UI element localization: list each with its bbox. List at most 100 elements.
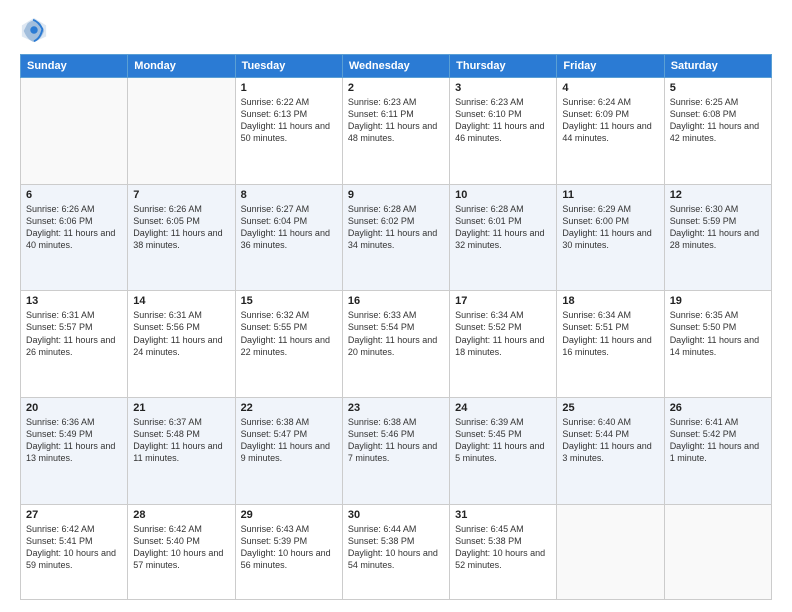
calendar-cell: 18 Sunrise: 6:34 AM Sunset: 5:51 PM Dayli… [557, 291, 664, 398]
day-number: 19 [670, 295, 766, 307]
day-number: 20 [26, 402, 122, 414]
calendar-cell: 8Sunrise: 6:27 AM Sunset: 6:04 PM Daylig… [235, 184, 342, 291]
cell-text: Sunrise: 6:28 AM Sunset: 6:02 PM Dayligh… [348, 203, 444, 252]
calendar-cell: 15 Sunrise: 6:32 AM Sunset: 5:55 PM Dayli… [235, 291, 342, 398]
calendar-cell: 2 Sunrise: 6:23 AM Sunset: 6:11 PM Daylig… [342, 78, 449, 185]
weekday-header-thursday: Thursday [450, 55, 557, 78]
day-number: 31 [455, 509, 551, 521]
cell-text: Sunrise: 6:38 AM Sunset: 5:47 PM Dayligh… [241, 416, 337, 465]
cell-text: Sunrise: 6:36 AM Sunset: 5:49 PM Dayligh… [26, 416, 122, 465]
cell-text: Sunrise: 6:26 AM Sunset: 6:05 PM Dayligh… [133, 203, 229, 252]
day-number: 18 [562, 295, 658, 307]
cell-text: Sunrise: 6:30 AM Sunset: 5:59 PM Dayligh… [670, 203, 766, 252]
calendar-cell [128, 78, 235, 185]
header [20, 16, 772, 44]
day-number: 17 [455, 295, 551, 307]
weekday-header-saturday: Saturday [664, 55, 771, 78]
calendar-cell: 26 Sunrise: 6:41 AM Sunset: 5:42 PM Dayli… [664, 397, 771, 504]
week-row-1: 1 Sunrise: 6:22 AM Sunset: 6:13 PM Daylig… [21, 78, 772, 185]
weekday-header-friday: Friday [557, 55, 664, 78]
calendar-cell [664, 504, 771, 599]
cell-text: Sunrise: 6:35 AM Sunset: 5:50 PM Dayligh… [670, 309, 766, 358]
cell-text: Sunrise: 6:26 AM Sunset: 6:06 PM Dayligh… [26, 203, 122, 252]
calendar-cell: 17 Sunrise: 6:34 AM Sunset: 5:52 PM Dayli… [450, 291, 557, 398]
cell-text: Sunrise: 6:34 AM Sunset: 5:51 PM Dayligh… [562, 309, 658, 358]
weekday-header-wednesday: Wednesday [342, 55, 449, 78]
cell-text: Sunrise: 6:33 AM Sunset: 5:54 PM Dayligh… [348, 309, 444, 358]
day-number: 5 [670, 82, 766, 94]
day-number: 7 [133, 189, 229, 201]
cell-text: Sunrise: 6:29 AM Sunset: 6:00 PM Dayligh… [562, 203, 658, 252]
calendar-cell: 10 Sunrise: 6:28 AM Sunset: 6:01 PM Dayli… [450, 184, 557, 291]
logo [20, 16, 52, 44]
cell-text: Sunrise: 6:25 AM Sunset: 6:08 PM Dayligh… [670, 96, 766, 145]
cell-text: Sunrise: 6:44 AM Sunset: 5:38 PM Dayligh… [348, 523, 444, 572]
logo-icon [20, 16, 48, 44]
calendar-cell: 1 Sunrise: 6:22 AM Sunset: 6:13 PM Daylig… [235, 78, 342, 185]
day-number: 13 [26, 295, 122, 307]
cell-text: Sunrise: 6:42 AM Sunset: 5:40 PM Dayligh… [133, 523, 229, 572]
day-number: 3 [455, 82, 551, 94]
day-number: 14 [133, 295, 229, 307]
week-row-3: 13Sunrise: 6:31 AM Sunset: 5:57 PM Dayli… [21, 291, 772, 398]
day-number: 30 [348, 509, 444, 521]
calendar-cell: 23Sunrise: 6:38 AM Sunset: 5:46 PM Dayli… [342, 397, 449, 504]
calendar-cell: 12Sunrise: 6:30 AM Sunset: 5:59 PM Dayli… [664, 184, 771, 291]
cell-text: Sunrise: 6:27 AM Sunset: 6:04 PM Dayligh… [241, 203, 337, 252]
calendar-cell: 25 Sunrise: 6:40 AM Sunset: 5:44 PM Dayli… [557, 397, 664, 504]
cell-text: Sunrise: 6:43 AM Sunset: 5:39 PM Dayligh… [241, 523, 337, 572]
day-number: 26 [670, 402, 766, 414]
cell-text: Sunrise: 6:24 AM Sunset: 6:09 PM Dayligh… [562, 96, 658, 145]
day-number: 2 [348, 82, 444, 94]
day-number: 16 [348, 295, 444, 307]
day-number: 24 [455, 402, 551, 414]
day-number: 11 [562, 189, 658, 201]
cell-text: Sunrise: 6:22 AM Sunset: 6:13 PM Dayligh… [241, 96, 337, 145]
day-number: 9 [348, 189, 444, 201]
day-number: 4 [562, 82, 658, 94]
day-number: 22 [241, 402, 337, 414]
calendar-cell: 28Sunrise: 6:42 AM Sunset: 5:40 PM Dayli… [128, 504, 235, 599]
calendar-cell: 31 Sunrise: 6:45 AM Sunset: 5:38 PM Dayli… [450, 504, 557, 599]
calendar-cell: 29 Sunrise: 6:43 AM Sunset: 5:39 PM Dayli… [235, 504, 342, 599]
cell-text: Sunrise: 6:41 AM Sunset: 5:42 PM Dayligh… [670, 416, 766, 465]
calendar-cell: 13Sunrise: 6:31 AM Sunset: 5:57 PM Dayli… [21, 291, 128, 398]
calendar-cell: 6 Sunrise: 6:26 AM Sunset: 6:06 PM Daylig… [21, 184, 128, 291]
cell-text: Sunrise: 6:23 AM Sunset: 6:10 PM Dayligh… [455, 96, 551, 145]
day-number: 1 [241, 82, 337, 94]
weekday-header-sunday: Sunday [21, 55, 128, 78]
cell-text: Sunrise: 6:32 AM Sunset: 5:55 PM Dayligh… [241, 309, 337, 358]
day-number: 21 [133, 402, 229, 414]
week-row-5: 27Sunrise: 6:42 AM Sunset: 5:41 PM Dayli… [21, 504, 772, 599]
weekday-header-row: SundayMondayTuesdayWednesdayThursdayFrid… [21, 55, 772, 78]
day-number: 10 [455, 189, 551, 201]
cell-text: Sunrise: 6:34 AM Sunset: 5:52 PM Dayligh… [455, 309, 551, 358]
cell-text: Sunrise: 6:37 AM Sunset: 5:48 PM Dayligh… [133, 416, 229, 465]
calendar-cell [557, 504, 664, 599]
cell-text: Sunrise: 6:45 AM Sunset: 5:38 PM Dayligh… [455, 523, 551, 572]
day-number: 15 [241, 295, 337, 307]
calendar-cell: 22 Sunrise: 6:38 AM Sunset: 5:47 PM Dayli… [235, 397, 342, 504]
cell-text: Sunrise: 6:40 AM Sunset: 5:44 PM Dayligh… [562, 416, 658, 465]
day-number: 25 [562, 402, 658, 414]
calendar-cell: 4 Sunrise: 6:24 AM Sunset: 6:09 PM Daylig… [557, 78, 664, 185]
day-number: 29 [241, 509, 337, 521]
calendar-cell: 30 Sunrise: 6:44 AM Sunset: 5:38 PM Dayli… [342, 504, 449, 599]
cell-text: Sunrise: 6:39 AM Sunset: 5:45 PM Dayligh… [455, 416, 551, 465]
cell-text: Sunrise: 6:42 AM Sunset: 5:41 PM Dayligh… [26, 523, 122, 572]
calendar-cell: 5 Sunrise: 6:25 AM Sunset: 6:08 PM Daylig… [664, 78, 771, 185]
calendar-cell: 27Sunrise: 6:42 AM Sunset: 5:41 PM Dayli… [21, 504, 128, 599]
cell-text: Sunrise: 6:28 AM Sunset: 6:01 PM Dayligh… [455, 203, 551, 252]
day-number: 23 [348, 402, 444, 414]
day-number: 6 [26, 189, 122, 201]
calendar-cell: 21 Sunrise: 6:37 AM Sunset: 5:48 PM Dayli… [128, 397, 235, 504]
week-row-4: 20 Sunrise: 6:36 AM Sunset: 5:49 PM Dayli… [21, 397, 772, 504]
week-row-2: 6 Sunrise: 6:26 AM Sunset: 6:06 PM Daylig… [21, 184, 772, 291]
calendar-cell: 19 Sunrise: 6:35 AM Sunset: 5:50 PM Dayli… [664, 291, 771, 398]
calendar-cell: 9 Sunrise: 6:28 AM Sunset: 6:02 PM Daylig… [342, 184, 449, 291]
cell-text: Sunrise: 6:31 AM Sunset: 5:56 PM Dayligh… [133, 309, 229, 358]
calendar-cell: 3 Sunrise: 6:23 AM Sunset: 6:10 PM Daylig… [450, 78, 557, 185]
cell-text: Sunrise: 6:23 AM Sunset: 6:11 PM Dayligh… [348, 96, 444, 145]
weekday-header-tuesday: Tuesday [235, 55, 342, 78]
page: SundayMondayTuesdayWednesdayThursdayFrid… [0, 0, 792, 612]
